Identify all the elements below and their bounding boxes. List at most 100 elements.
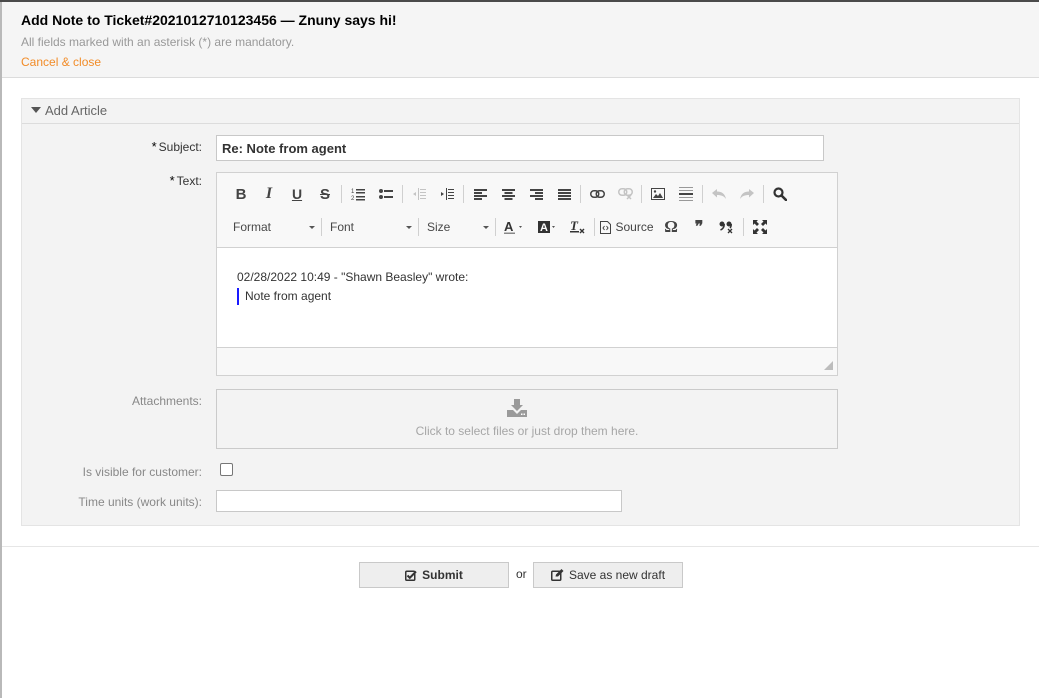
chevron-down-icon bbox=[483, 225, 489, 229]
strikethrough-button[interactable]: S bbox=[311, 182, 339, 206]
svg-text:2: 2 bbox=[351, 196, 355, 201]
svg-text:1: 1 bbox=[351, 189, 355, 195]
size-label: Size bbox=[427, 220, 451, 234]
toolbar-separator bbox=[402, 185, 403, 203]
svg-text:A: A bbox=[540, 222, 548, 234]
background-page-edge bbox=[0, 2, 2, 698]
edit-icon bbox=[550, 569, 564, 581]
italic-icon: I bbox=[265, 185, 273, 202]
justify-button[interactable] bbox=[550, 182, 578, 206]
unlink-icon bbox=[617, 188, 633, 200]
chevron-down-icon bbox=[309, 225, 315, 229]
format-dropdown[interactable]: Format bbox=[227, 215, 319, 239]
remove-blockquote-button[interactable] bbox=[713, 215, 741, 239]
underline-button[interactable]: U bbox=[283, 182, 311, 206]
find-button[interactable] bbox=[766, 182, 794, 206]
resize-handle-icon[interactable] bbox=[824, 361, 833, 370]
source-label: Source bbox=[615, 220, 654, 234]
image-icon bbox=[651, 188, 665, 200]
or-separator: or bbox=[516, 567, 527, 581]
link-icon bbox=[589, 190, 605, 198]
quote-header: 02/28/2022 10:49 - "Shawn Beasley" wrote… bbox=[237, 270, 469, 284]
text-color-button[interactable]: A bbox=[498, 215, 532, 239]
text-color-icon: A bbox=[504, 220, 522, 234]
omega-icon: Ω bbox=[664, 217, 678, 236]
toolbar-separator bbox=[743, 218, 744, 236]
source-icon bbox=[600, 220, 612, 234]
visible-for-customer-label: Is visible for customer: bbox=[82, 465, 202, 479]
horizontal-line-button[interactable] bbox=[672, 182, 700, 206]
font-dropdown[interactable]: Font bbox=[324, 215, 416, 239]
decrease-indent-button[interactable] bbox=[405, 182, 433, 206]
submit-button[interactable]: Submit bbox=[359, 562, 509, 588]
attachment-dropzone[interactable]: Click to select files or just drop them … bbox=[216, 389, 838, 449]
time-units-label: Time units (work units): bbox=[78, 495, 202, 509]
bold-icon: B bbox=[235, 185, 247, 203]
align-left-icon bbox=[473, 188, 487, 200]
toolbar-separator bbox=[418, 218, 419, 236]
toolbar-separator bbox=[702, 185, 703, 203]
undo-icon bbox=[712, 189, 726, 199]
subject-input[interactable] bbox=[216, 135, 824, 161]
toolbar-separator bbox=[641, 185, 642, 203]
chevron-down-icon bbox=[406, 225, 412, 229]
widget-title: Add Article bbox=[45, 103, 108, 118]
search-icon bbox=[773, 187, 787, 201]
required-marker: * bbox=[169, 173, 175, 188]
decrease-indent-icon bbox=[413, 188, 426, 200]
editor-status-bar bbox=[217, 348, 837, 374]
undo-button[interactable] bbox=[705, 182, 733, 206]
cancel-close-link[interactable]: Cancel & close bbox=[21, 55, 101, 69]
format-label: Format bbox=[233, 220, 272, 234]
size-dropdown[interactable]: Size bbox=[421, 215, 493, 239]
save-draft-label: Save as new draft bbox=[568, 568, 666, 582]
align-center-button[interactable] bbox=[494, 182, 522, 206]
bold-button[interactable]: B bbox=[227, 182, 255, 206]
remove-format-button[interactable]: T bbox=[564, 215, 592, 239]
maximize-icon bbox=[753, 220, 767, 234]
checkbox-checked-icon bbox=[405, 570, 417, 581]
save-draft-button[interactable]: Save as new draft bbox=[533, 562, 683, 588]
align-center-icon bbox=[501, 188, 515, 200]
text-label: * Text: bbox=[22, 173, 202, 188]
align-left-button[interactable] bbox=[466, 182, 494, 206]
footer-divider bbox=[2, 546, 1039, 547]
image-button[interactable] bbox=[644, 182, 672, 206]
remove-blockquote-icon bbox=[719, 221, 733, 234]
numbered-list-icon: 12 bbox=[351, 189, 365, 201]
numbered-list-button[interactable]: 12 bbox=[344, 182, 372, 206]
blockquote-button[interactable]: ❞ bbox=[685, 215, 713, 239]
toolbar-separator bbox=[580, 185, 581, 203]
redo-button[interactable] bbox=[733, 182, 761, 206]
bulleted-list-button[interactable] bbox=[372, 182, 400, 206]
visible-for-customer-checkbox[interactable] bbox=[220, 463, 233, 476]
italic-button[interactable]: I bbox=[255, 182, 283, 206]
special-character-button[interactable]: Ω bbox=[657, 215, 685, 239]
page-title: Add Note to Ticket#2021012710123456 — Zn… bbox=[21, 12, 397, 28]
download-tray-icon bbox=[507, 399, 527, 417]
bulleted-list-icon bbox=[379, 189, 393, 199]
editor-content-area[interactable]: 02/28/2022 10:49 - "Shawn Beasley" wrote… bbox=[217, 248, 837, 348]
text-label-text: Text: bbox=[176, 174, 202, 188]
rich-text-editor: B I U S 12 Format Font Size A A T Source… bbox=[216, 172, 838, 376]
link-button[interactable] bbox=[583, 182, 611, 206]
font-label: Font bbox=[330, 220, 355, 234]
maximize-button[interactable] bbox=[746, 215, 774, 239]
source-button[interactable]: Source bbox=[597, 215, 657, 239]
collapse-triangle-icon bbox=[31, 107, 41, 113]
toolbar-separator bbox=[763, 185, 764, 203]
underline-icon: U bbox=[291, 186, 303, 202]
add-article-widget: Add Article *Subject: *Text: B I U S 12 bbox=[21, 98, 1020, 526]
align-right-button[interactable] bbox=[522, 182, 550, 206]
unlink-button[interactable] bbox=[611, 182, 639, 206]
blockquote-icon: ❞ bbox=[694, 219, 704, 236]
background-color-button[interactable]: A bbox=[532, 215, 564, 239]
quoted-text: Note from agent bbox=[237, 288, 331, 305]
time-units-input[interactable] bbox=[216, 490, 622, 512]
add-article-toggle[interactable]: Add Article bbox=[22, 99, 1019, 124]
increase-indent-button[interactable] bbox=[433, 182, 461, 206]
subject-label: * Subject: bbox=[22, 139, 202, 154]
svg-text:A: A bbox=[504, 220, 514, 234]
toolbar-row-2: Format Font Size A A T Source Ω ❞ bbox=[227, 214, 774, 240]
attachments-label: Attachments: bbox=[131, 394, 202, 408]
